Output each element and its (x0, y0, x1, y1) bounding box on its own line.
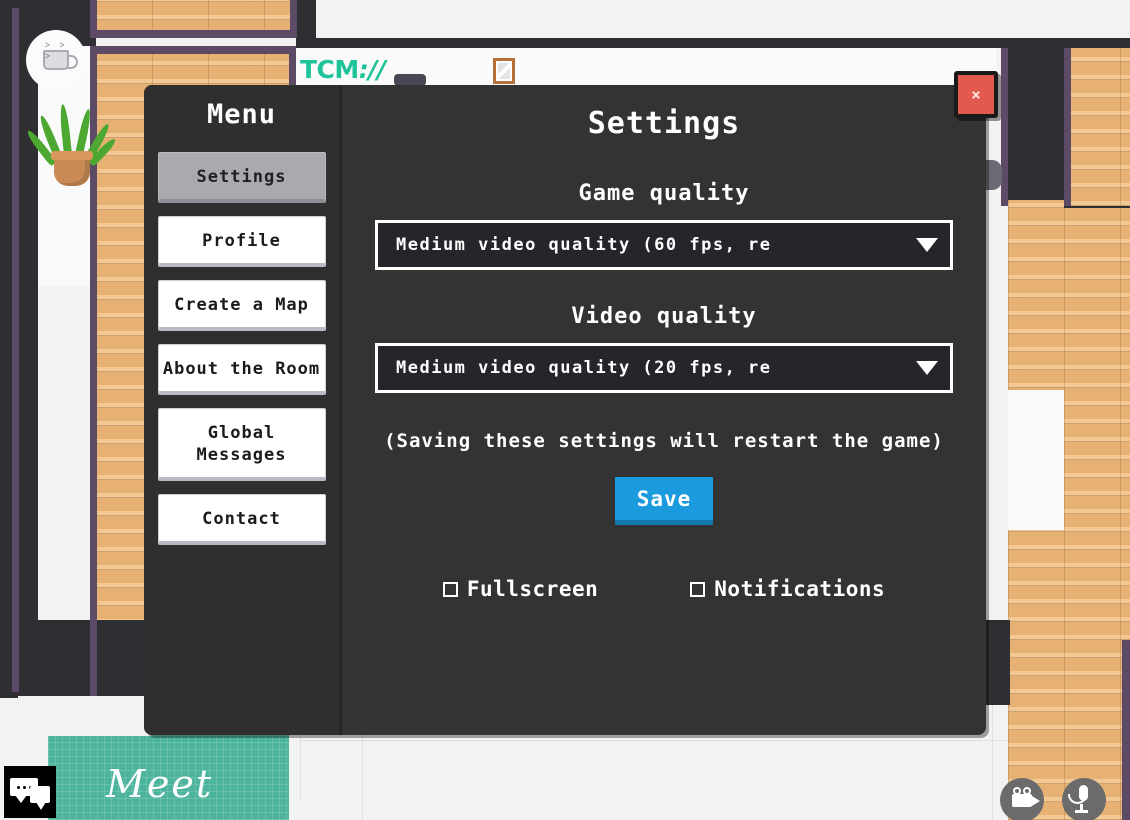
sidebar-item-settings[interactable]: Settings (157, 152, 326, 203)
checkbox-square-icon[interactable] (690, 581, 706, 597)
wall-trim (96, 46, 296, 54)
scene-panel (1008, 390, 1064, 530)
wall-trim (12, 8, 19, 692)
modal-sidebar: Menu Settings Profile Create a Map About… (144, 85, 342, 735)
checkbox-group: Fullscreen Notifications (368, 577, 960, 601)
close-button[interactable]: × (954, 71, 998, 118)
microphone-icon[interactable] (1062, 778, 1106, 820)
sidebar-title: Menu (206, 99, 277, 130)
sidebar-item-label: About the Room (162, 359, 321, 379)
camera-body (1012, 786, 1040, 807)
potted-plant-icon (24, 98, 118, 186)
wall-trim (1122, 640, 1130, 820)
video-camera-icon[interactable] (1000, 778, 1044, 820)
app-root: TCM:// ˃ ˃ ˃ Meet Menu Settings Profile … (0, 0, 1130, 820)
wall (1008, 48, 1064, 200)
video-quality-label: Video quality (571, 304, 757, 329)
sidebar-item-create-a-map[interactable]: Create a Map (157, 280, 326, 331)
wall-trim (1001, 48, 1008, 206)
site-logo: TCM:// (300, 55, 386, 84)
logo-text-primary: TCM (300, 55, 359, 84)
video-quality-value: Medium video quality (20 fps, re (396, 358, 772, 378)
wall-trim (96, 30, 296, 38)
grid-line (300, 740, 1130, 741)
sidebar-item-profile[interactable]: Profile (157, 216, 326, 267)
sidebar-item-about-the-room[interactable]: About the Room (157, 344, 326, 395)
wall (296, 38, 1130, 48)
checkbox-square-icon[interactable] (442, 581, 458, 597)
sidebar-item-label: Global Messages (196, 423, 287, 465)
wall (1064, 206, 1130, 208)
logo-text-accent: :// (358, 55, 386, 84)
game-quality-value: Medium video quality (60 fps, re (396, 235, 772, 255)
sidebar-item-label: Create a Map (174, 295, 309, 315)
sidebar-item-global-messages[interactable]: Global Messages (157, 408, 326, 481)
sidebar-item-contact[interactable]: Contact (157, 494, 326, 545)
chevron-down-icon (916, 238, 938, 252)
restart-note: (Saving these settings will restart the … (384, 430, 944, 452)
mug-shape: ˃ ˃ ˃ (43, 41, 78, 70)
game-quality-select[interactable]: Medium video quality (60 fps, re (375, 220, 953, 270)
steam-text: ˃ ˃ ˃ (45, 41, 67, 62)
coffee-mug-avatar-icon[interactable]: ˃ ˃ ˃ (26, 30, 86, 90)
settings-modal: Menu Settings Profile Create a Map About… (144, 85, 986, 735)
floor-right-top (1064, 46, 1130, 206)
video-quality-select[interactable]: Medium video quality (20 fps, re (375, 343, 953, 393)
notifications-label: Notifications (714, 577, 886, 601)
chat-bubbles-icon[interactable] (4, 766, 56, 818)
save-button[interactable]: Save (614, 477, 714, 525)
mic-shape (1068, 785, 1095, 815)
wall (296, 0, 316, 38)
wall-trim (1064, 48, 1071, 206)
page-title: Settings (587, 106, 741, 141)
wall (0, 0, 96, 8)
chevron-down-icon (916, 361, 938, 375)
chat-bubble-secondary (30, 786, 50, 810)
game-quality-label: Game quality (578, 181, 750, 206)
sidebar-item-label: Settings (196, 167, 287, 187)
notifications-checkbox[interactable]: Notifications (690, 577, 885, 601)
close-icon: × (971, 84, 981, 104)
fullscreen-checkbox[interactable]: Fullscreen (442, 577, 599, 601)
modal-content: Settings Game quality Medium video quali… (342, 85, 986, 735)
fullscreen-label: Fullscreen (466, 577, 599, 601)
wall-picture-frame-icon (493, 58, 515, 84)
carpet-label: Meet (106, 762, 214, 806)
sidebar-item-label: Profile (202, 231, 281, 251)
sidebar-item-label: Contact (202, 509, 281, 529)
